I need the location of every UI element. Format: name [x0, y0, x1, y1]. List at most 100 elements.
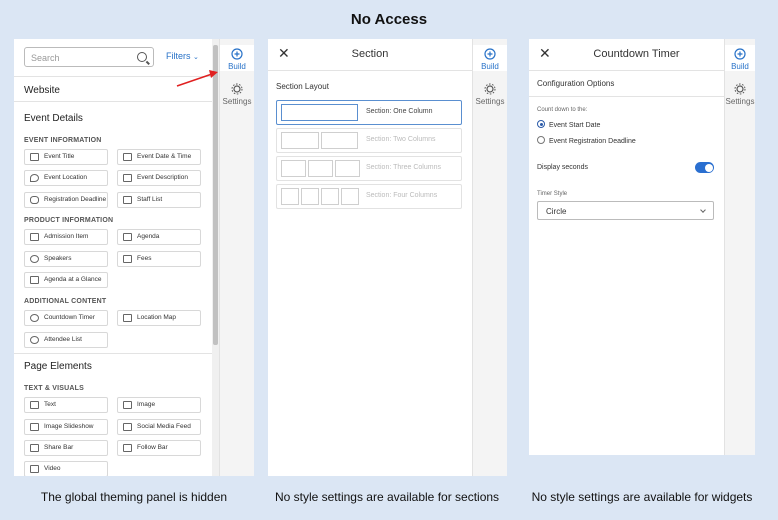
widget-label: Event Description	[137, 174, 188, 181]
location-pin-icon	[30, 174, 39, 182]
document-icon	[123, 174, 132, 182]
timer-style-select[interactable]: Circle	[537, 201, 714, 220]
radio-unselected-icon	[537, 136, 545, 144]
page-elements-heading: Page Elements	[24, 361, 92, 372]
calendar-icon	[123, 153, 132, 161]
agenda-glance-icon	[30, 276, 39, 284]
column-preview	[281, 132, 358, 149]
widget-label: Agenda	[137, 233, 160, 240]
widget-label: Agenda at a Glance	[44, 276, 102, 283]
widget-fees[interactable]: Fees	[117, 251, 201, 267]
tab-build-label: Build	[228, 62, 246, 71]
widget-share-bar[interactable]: Share Bar	[24, 440, 108, 456]
widget-event-date-time[interactable]: Event Date & Time	[117, 149, 201, 165]
layout-option-one-column[interactable]: Section: One Column	[276, 100, 462, 125]
widget-label: Location Map	[137, 314, 177, 321]
search-icon	[137, 52, 147, 62]
widget-label: Registration Deadline	[44, 196, 107, 203]
image-icon	[123, 401, 132, 409]
widget-agenda-at-a-glance[interactable]: Agenda at a Glance	[24, 272, 108, 288]
widget-follow-bar[interactable]: Follow Bar	[117, 440, 201, 456]
widget-attendee-list[interactable]: Attendee List	[24, 332, 108, 348]
gear-icon	[484, 83, 496, 95]
widget-staff-list[interactable]: Staff List	[117, 192, 201, 208]
tab-settings[interactable]: Settings	[725, 83, 755, 109]
widget-label: Video	[44, 465, 61, 472]
widget-library-content: Search Filters ⌄ Website Event Details E…	[14, 39, 212, 476]
staff-list-icon	[123, 196, 132, 204]
video-icon	[30, 465, 39, 473]
widget-label: Event Title	[44, 153, 75, 160]
category-event-information: EVENT INFORMATION	[24, 137, 102, 144]
category-product-information: PRODUCT INFORMATION	[24, 217, 114, 224]
divider	[268, 70, 472, 71]
widget-label: Attendee List	[44, 336, 82, 343]
widget-settings-panel: ✕ Countdown Timer Configuration Options …	[529, 39, 755, 455]
widget-video[interactable]: Video	[24, 461, 108, 476]
layout-option-four-columns[interactable]: Section: Four Columns	[276, 184, 462, 209]
widget-image[interactable]: Image	[117, 397, 201, 413]
widget-social-media-feed[interactable]: Social Media Feed	[117, 419, 201, 435]
social-feed-icon	[123, 423, 132, 431]
divider	[14, 101, 212, 102]
layout-option-three-columns[interactable]: Section: Three Columns	[276, 156, 462, 181]
radio-label: Event Registration Deadline	[549, 138, 636, 145]
widget-registration-deadline[interactable]: Registration Deadline	[24, 192, 108, 208]
widget-text[interactable]: Text	[24, 397, 108, 413]
widget-location-map[interactable]: Location Map	[117, 310, 201, 326]
scrollbar-thumb[interactable]	[213, 45, 218, 345]
layout-option-label: Section: One Column	[366, 108, 433, 115]
widget-agenda[interactable]: Agenda	[117, 229, 201, 245]
tab-build[interactable]: Build	[473, 45, 507, 71]
tab-settings[interactable]: Settings	[220, 83, 254, 109]
gear-icon	[231, 83, 243, 95]
radio-event-start-date[interactable]: Event Start Date	[537, 120, 600, 129]
widget-image-slideshow[interactable]: Image Slideshow	[24, 419, 108, 435]
widget-library-panel: Search Filters ⌄ Website Event Details E…	[14, 39, 254, 476]
page-title: No Access	[350, 11, 428, 28]
widget-countdown-timer[interactable]: Countdown Timer	[24, 310, 108, 326]
section-settings-content: ✕ Section Section Layout Section: One Co…	[268, 39, 472, 476]
radio-event-registration-deadline[interactable]: Event Registration Deadline	[537, 136, 636, 145]
widget-event-title[interactable]: Event Title	[24, 149, 108, 165]
tab-build-label: Build	[731, 62, 749, 71]
column-block	[281, 160, 306, 177]
widget-label: Image Slideshow	[44, 423, 94, 430]
agenda-icon	[123, 233, 132, 241]
search-placeholder: Search	[31, 53, 60, 63]
stopwatch-icon	[30, 196, 39, 204]
widget-speakers[interactable]: Speakers	[24, 251, 108, 267]
layout-option-two-columns[interactable]: Section: Two Columns	[276, 128, 462, 153]
divider	[529, 96, 724, 97]
ticket-icon	[30, 233, 39, 241]
plus-circle-icon	[484, 48, 496, 60]
widget-event-description[interactable]: Event Description	[117, 170, 201, 186]
widget-event-location[interactable]: Event Location	[24, 170, 108, 186]
layout-option-label: Section: Three Columns	[366, 164, 441, 171]
widget-label: Event Date & Time	[137, 153, 192, 160]
column-preview	[281, 104, 358, 121]
section-settings-panel: ✕ Section Section Layout Section: One Co…	[268, 39, 507, 476]
text-icon	[30, 401, 39, 409]
tab-settings[interactable]: Settings	[473, 83, 507, 109]
scrollbar[interactable]	[212, 39, 219, 476]
side-rail: Build Settings	[472, 39, 507, 476]
column-block	[321, 188, 339, 205]
category-text-visuals: TEXT & VISUALS	[24, 385, 84, 392]
select-value: Circle	[546, 207, 567, 216]
widget-settings-content: ✕ Countdown Timer Configuration Options …	[529, 39, 724, 455]
gear-icon	[734, 83, 746, 95]
column-block	[281, 132, 319, 149]
widget-label: Share Bar	[44, 444, 74, 451]
widget-admission-item[interactable]: Admission Item	[24, 229, 108, 245]
widget-label: Text	[44, 401, 56, 408]
plus-circle-icon	[231, 48, 243, 60]
widget-label: Follow Bar	[137, 444, 168, 451]
side-rail: Build Settings	[219, 39, 254, 476]
display-seconds-toggle[interactable]	[695, 162, 714, 173]
search-input[interactable]: Search	[24, 47, 154, 67]
tab-build[interactable]: Build	[725, 45, 755, 71]
tab-build[interactable]: Build	[220, 45, 254, 71]
radio-selected-icon	[537, 120, 545, 128]
section-layout-label: Section Layout	[276, 82, 329, 91]
